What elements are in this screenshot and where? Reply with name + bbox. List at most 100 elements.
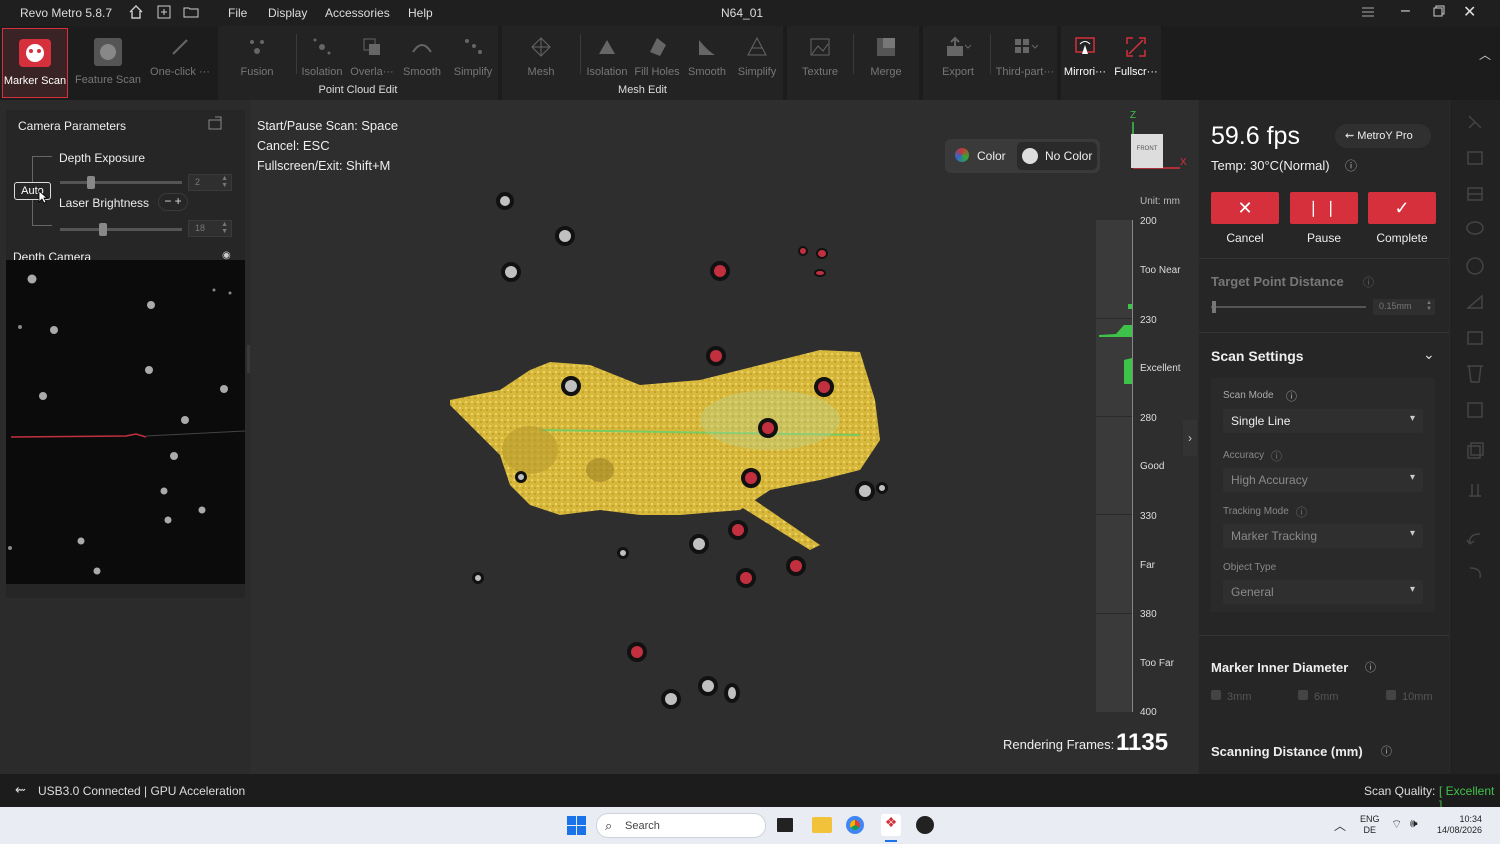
menu-display[interactable]: Display — [268, 6, 307, 20]
media-app-icon[interactable] — [916, 816, 934, 834]
tpd-info-icon[interactable]: ⓘ — [1363, 274, 1374, 290]
taskbar-search[interactable]: ⌕ Search — [596, 813, 766, 838]
scale-400: 400 — [1140, 707, 1157, 718]
diameter-6mm-checkbox[interactable]: 6mm — [1298, 690, 1338, 703]
close-icon[interactable]: ✕ — [1463, 2, 1476, 22]
complete-button[interactable]: ✓ — [1368, 192, 1436, 224]
accuracy-select[interactable]: High Accuracy — [1223, 468, 1423, 492]
minimize-icon[interactable]: – — [1401, 2, 1410, 20]
revo-app-icon[interactable]: ❖ — [881, 814, 901, 836]
no-color-option[interactable]: No Color — [1017, 142, 1097, 170]
marker-scan-button[interactable]: Marker Scan — [2, 28, 68, 98]
tpd-input[interactable]: 0.15mm ▲ ▼ — [1373, 299, 1435, 315]
depth-exposure-thumb[interactable] — [86, 176, 95, 189]
3d-viewport[interactable]: Start/Pause Scan: Space Cancel: ESC Full… — [250, 100, 1198, 774]
task-view-icon[interactable] — [777, 818, 793, 832]
separator — [990, 34, 991, 74]
isolation-icon — [309, 34, 335, 60]
object-type-select[interactable]: General — [1223, 580, 1423, 604]
app-title: Revo Metro 5.8.7 — [20, 6, 113, 20]
diameter-3mm-checkbox[interactable]: 3mm — [1211, 690, 1251, 703]
mirroring-button[interactable]: Mirrori··· — [1061, 28, 1109, 98]
orientation-cube[interactable]: Z X FRONT — [1125, 110, 1187, 172]
merge-button[interactable]: Merge — [861, 28, 911, 98]
laser-brightness-input[interactable]: 18 ▲ ▼ — [188, 220, 232, 237]
settings-list-icon[interactable] — [1360, 4, 1376, 23]
depth-exposure-input[interactable]: 2 ▲ ▼ — [188, 174, 232, 191]
merge-label: Merge — [870, 66, 902, 78]
marker-point — [617, 547, 629, 559]
windows-start-icon[interactable] — [567, 816, 586, 838]
texture-button[interactable]: Texture — [795, 28, 845, 98]
one-click-button[interactable]: One-click ··· — [146, 28, 214, 98]
restore-icon[interactable] — [1432, 4, 1446, 21]
stepper-icon[interactable]: ▲ ▼ — [221, 175, 228, 189]
popout-icon[interactable] — [207, 115, 223, 134]
clock[interactable]: 10:34 14/08/2026 — [1437, 814, 1482, 836]
magic-wand-icon — [167, 34, 193, 60]
stepper-icon[interactable]: ▲ ▼ — [221, 221, 228, 235]
cancel-label: Cancel — [1226, 231, 1264, 245]
menu-help[interactable]: Help — [408, 6, 433, 20]
accuracy-info-icon[interactable]: ⓘ — [1271, 448, 1282, 464]
open-folder-icon[interactable] — [183, 4, 199, 23]
tray-chevron-icon[interactable]: ︿ — [1334, 817, 1346, 834]
wifi-icon[interactable]: ⌔ — [1391, 817, 1402, 832]
laser-plus-button[interactable]: + — [175, 194, 182, 208]
fullscreen-button[interactable]: Fullscr··· — [1111, 28, 1161, 98]
cancel-x-icon: ✕ — [1237, 197, 1253, 218]
tpd-slider-thumb[interactable] — [1212, 301, 1217, 313]
sd-info-icon[interactable]: ⓘ — [1381, 743, 1392, 759]
new-project-icon[interactable] — [156, 4, 172, 23]
usb-link-icon: ⇜ — [15, 782, 26, 797]
hint-key: Fullscreen/Exit: — [257, 159, 343, 173]
marker-point — [472, 572, 484, 584]
marker-point — [736, 568, 756, 588]
tracking-mode-select[interactable]: Marker Tracking — [1223, 524, 1423, 548]
chrome-icon[interactable] — [846, 816, 864, 834]
cancel-button[interactable]: ✕ — [1211, 192, 1279, 224]
scale-200: 200 — [1140, 216, 1157, 227]
zone-too-far: Too Far — [1140, 658, 1174, 669]
laser-brightness-thumb[interactable] — [98, 223, 107, 236]
stepper-icon[interactable]: ▲ ▼ — [1426, 300, 1432, 312]
chevron-down-icon[interactable]: ⌄ — [1423, 346, 1435, 363]
smooth-icon — [409, 34, 435, 60]
language-indicator[interactable]: ENG DE — [1360, 814, 1380, 836]
menu-file[interactable]: File — [228, 6, 247, 20]
device-name: MetroY Pro — [1357, 130, 1413, 142]
scan-mode-info-icon[interactable]: ⓘ — [1286, 388, 1297, 404]
info-icon[interactable]: ⓘ — [1345, 157, 1357, 174]
feature-scan-button[interactable]: Feature Scan — [72, 28, 144, 98]
ribbon-toolbar: Marker Scan Feature Scan One-click ··· F… — [0, 26, 1500, 100]
depth-exposure-slider[interactable] — [60, 176, 182, 189]
mirroring-label: Mirrori··· — [1063, 66, 1107, 78]
diameter-10mm-checkbox[interactable]: 10mm — [1386, 690, 1433, 703]
tpd-slider[interactable] — [1211, 301, 1366, 313]
hint-key: Cancel: — [257, 139, 300, 153]
scan-mode-select[interactable]: Single Line — [1223, 409, 1423, 433]
file-explorer-icon[interactable] — [812, 817, 832, 833]
checkbox-icon — [1386, 690, 1396, 700]
third-party-icon — [1012, 34, 1038, 60]
collapse-right-panel-icon[interactable]: › — [1183, 420, 1197, 456]
collapse-ribbon-icon[interactable]: ︿ — [1479, 46, 1491, 63]
tracking-info-icon[interactable]: ⓘ — [1296, 504, 1307, 520]
laser-minus-button[interactable]: − — [164, 194, 171, 208]
home-icon[interactable] — [128, 4, 144, 23]
marker-point — [661, 689, 681, 709]
divider — [1199, 635, 1449, 636]
device-button[interactable]: ⇜ MetroY Pro — [1335, 124, 1431, 148]
color-option[interactable]: Color — [977, 149, 1006, 163]
pause-button[interactable]: ❘❘ — [1290, 192, 1358, 224]
mid-info-icon[interactable]: ⓘ — [1365, 659, 1376, 675]
laser-stepper[interactable]: − + — [158, 193, 188, 211]
volume-icon[interactable]: 🕪 — [1410, 816, 1418, 831]
lang-primary: ENG — [1360, 814, 1380, 824]
export-button[interactable]: Export — [931, 28, 985, 98]
third-party-button[interactable]: Third-part··· — [993, 28, 1057, 98]
zone-far: Far — [1140, 560, 1155, 571]
laser-brightness-slider[interactable] — [60, 223, 182, 236]
menu-accessories[interactable]: Accessories — [325, 6, 390, 20]
depth-camera-view — [6, 260, 246, 584]
